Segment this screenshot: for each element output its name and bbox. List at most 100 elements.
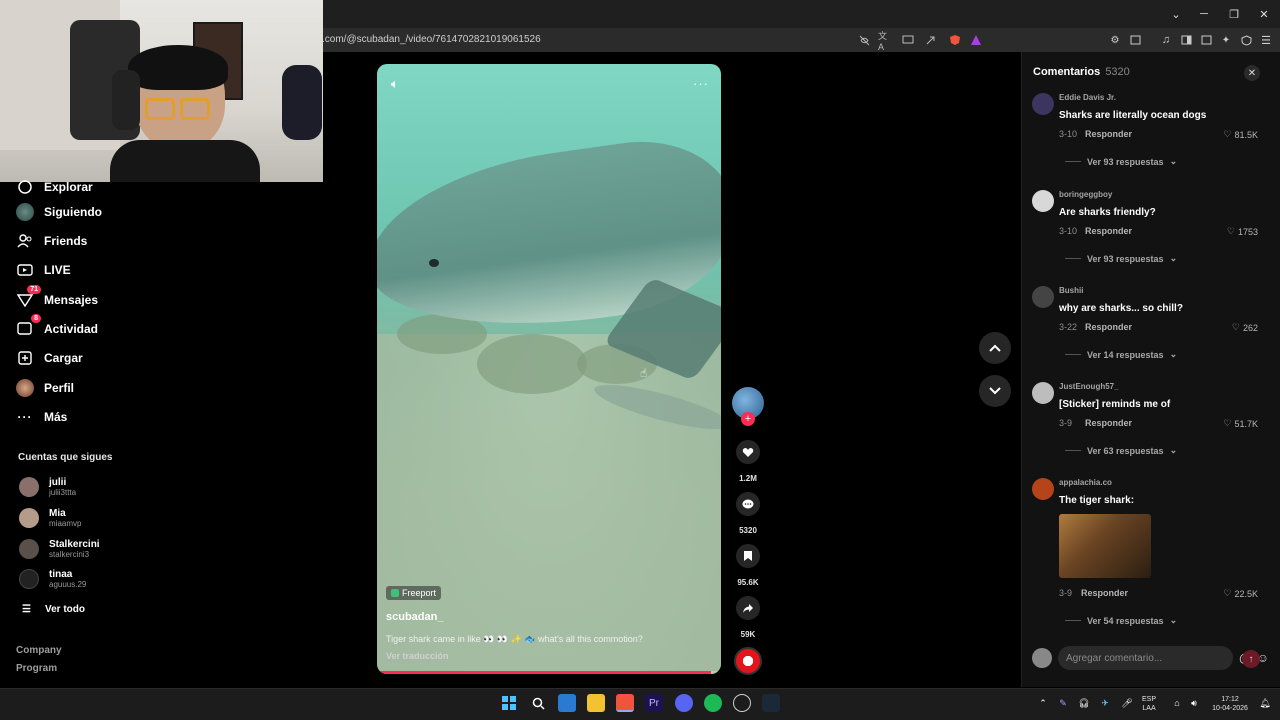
chevron-down-icon[interactable]: ⌄ (1168, 6, 1184, 22)
cast-icon[interactable] (901, 33, 915, 47)
view-replies-button[interactable]: Ver 54 respuestas ⌄ (1065, 615, 1177, 626)
sidebar-item-mas[interactable]: ··· Más (16, 406, 68, 428)
sidebar-toggle-icon[interactable] (1179, 33, 1193, 47)
comment-button[interactable] (736, 492, 760, 516)
language-indicator[interactable]: ESP LAA (1142, 695, 1156, 713)
video-author[interactable]: scubadan_ (386, 611, 443, 623)
location-tag[interactable]: Freeport (386, 586, 442, 600)
vpn-icon[interactable] (1239, 33, 1253, 47)
sidebar-item-perfil[interactable]: Perfil (16, 377, 74, 399)
file-explorer-icon[interactable] (587, 694, 605, 712)
reply-button[interactable]: Responder (1085, 418, 1132, 428)
view-replies-button[interactable]: Ver 93 respuestas ⌄ (1065, 253, 1177, 264)
eye-off-icon[interactable] (857, 33, 871, 47)
avatar[interactable] (1032, 478, 1054, 500)
pen-icon[interactable]: ✎ (1054, 694, 1072, 712)
comment-like-button[interactable]: ♡ 51.7K (1223, 418, 1258, 429)
comment-like-button[interactable]: ♡ 22.5K (1223, 588, 1258, 599)
close-comments-button[interactable]: ✕ (1244, 65, 1260, 81)
comment-image[interactable] (1059, 514, 1151, 578)
spotify-icon[interactable] (704, 694, 722, 712)
view-replies-button[interactable]: Ver 14 respuestas ⌄ (1065, 349, 1177, 360)
share-icon[interactable] (923, 33, 937, 47)
comment-user[interactable]: JustEnough57_ (1059, 382, 1119, 391)
following-account[interactable]: julii julii3ttta (19, 475, 76, 499)
send-comment-button[interactable]: ↑ (1242, 650, 1260, 668)
comment-like-button[interactable]: ♡ 262 (1232, 322, 1258, 333)
sidebar-item-siguiendo[interactable]: Siguiendo (16, 201, 102, 223)
translate-icon[interactable]: 文A (878, 31, 892, 52)
premiere-icon[interactable]: Pr (645, 694, 663, 712)
url-text[interactable]: .com/@scubadan_/video/761470282101906152… (322, 34, 541, 45)
sidebar-item-mensajes[interactable]: 71 Mensajes (16, 285, 98, 311)
menu-icon[interactable]: ☰ (1259, 33, 1273, 47)
reply-button[interactable]: Responder (1081, 588, 1128, 598)
brave-browser-icon[interactable] (616, 694, 634, 712)
chevron-up-icon[interactable]: ⌃ (1034, 694, 1052, 712)
translate-link[interactable]: Ver traducción (386, 651, 449, 661)
avatar[interactable] (1032, 382, 1054, 404)
comment-user[interactable]: Bushii (1059, 286, 1083, 295)
comment-input[interactable]: Agregar comentario... @ ☺ (1058, 646, 1269, 670)
photos-icon[interactable] (558, 694, 576, 712)
music-icon[interactable]: ♫ (1159, 33, 1173, 47)
wallet-icon[interactable] (1128, 33, 1142, 47)
avatar[interactable] (1032, 190, 1054, 212)
close-icon[interactable]: ✕ (1256, 6, 1272, 22)
sparkle-icon[interactable]: ✦ (1219, 33, 1233, 47)
comment-like-button[interactable]: ♡ 81.5K (1223, 129, 1258, 140)
reply-button[interactable]: Responder (1085, 129, 1132, 139)
search-icon[interactable] (529, 694, 547, 712)
view-replies-button[interactable]: Ver 93 respuestas ⌄ (1065, 156, 1177, 167)
video-progress-bar[interactable] (377, 671, 721, 674)
share-button[interactable] (736, 596, 760, 620)
restore-icon[interactable]: ❐ (1226, 6, 1242, 22)
network-icon[interactable]: ⌂ (1168, 694, 1186, 712)
extensions-icon[interactable]: ⚙ (1108, 33, 1122, 47)
music-disc[interactable] (734, 647, 762, 675)
see-all-link[interactable]: ☰ Ver todo (22, 598, 85, 620)
avatar[interactable] (1032, 93, 1054, 115)
reply-button[interactable]: Responder (1085, 226, 1132, 236)
footer-link-company[interactable]: Company (16, 645, 62, 656)
next-video-button[interactable] (979, 375, 1011, 407)
discord-icon[interactable] (675, 694, 693, 712)
sidebar-item-actividad[interactable]: 8 Actividad (16, 314, 98, 340)
avatar[interactable] (1032, 286, 1054, 308)
comment-user[interactable]: boringeggboy (1059, 190, 1112, 199)
following-account[interactable]: Mia miaamvp (19, 506, 81, 530)
windows-start-icon[interactable] (500, 694, 518, 712)
footer-link-program[interactable]: Program (16, 663, 57, 674)
previous-video-button[interactable] (979, 332, 1011, 364)
bluetooth-icon[interactable]: ✈︎ (1096, 694, 1114, 712)
following-account[interactable]: tinaa aguuus.29 (19, 567, 86, 591)
comment-user[interactable]: Eddie Davis Jr. (1059, 93, 1116, 102)
headset-icon[interactable]: 🎧︎ (1075, 694, 1093, 712)
like-button[interactable] (736, 440, 760, 464)
comment-like-button[interactable]: ♡ 1753 (1227, 226, 1258, 237)
reply-button[interactable]: Responder (1085, 322, 1132, 332)
brave-shield-icon[interactable] (948, 33, 962, 47)
more-options-icon[interactable]: ··· (693, 76, 709, 91)
obs-icon[interactable] (733, 694, 751, 712)
sidebar-item-label: Perfil (44, 381, 75, 395)
video-player[interactable]: 🔈︎ ··· Freeport scubadan_ Tiger shark ca… (377, 64, 721, 674)
volume-icon[interactable]: 🔈︎ (391, 76, 399, 92)
minimize-icon[interactable]: ─ (1196, 6, 1212, 22)
following-account[interactable]: Stalkercini stalkercini3 (19, 537, 100, 561)
sidebar-item-cargar[interactable]: Cargar (16, 347, 83, 369)
tab-icon[interactable] (1199, 33, 1213, 47)
rewards-icon[interactable] (969, 33, 983, 47)
steam-icon[interactable] (762, 694, 780, 712)
sidebar-item-explorar[interactable]: Explorar (16, 176, 93, 198)
notifications-icon[interactable]: 🔔︎ (1256, 694, 1274, 712)
follow-button[interactable]: + (741, 412, 755, 426)
clock[interactable]: 17:12 10-04-2026 (1206, 695, 1254, 713)
microphone-icon[interactable]: 🎤︎ (1118, 694, 1136, 712)
volume-tray-icon[interactable]: 🔊︎ (1185, 694, 1203, 712)
view-replies-button[interactable]: Ver 63 respuestas ⌄ (1065, 445, 1177, 456)
sidebar-item-friends[interactable]: Friends (16, 230, 87, 252)
save-button[interactable] (736, 544, 760, 568)
comment-user[interactable]: appalachia.co (1059, 478, 1112, 487)
sidebar-item-live[interactable]: LIVE (16, 259, 71, 281)
